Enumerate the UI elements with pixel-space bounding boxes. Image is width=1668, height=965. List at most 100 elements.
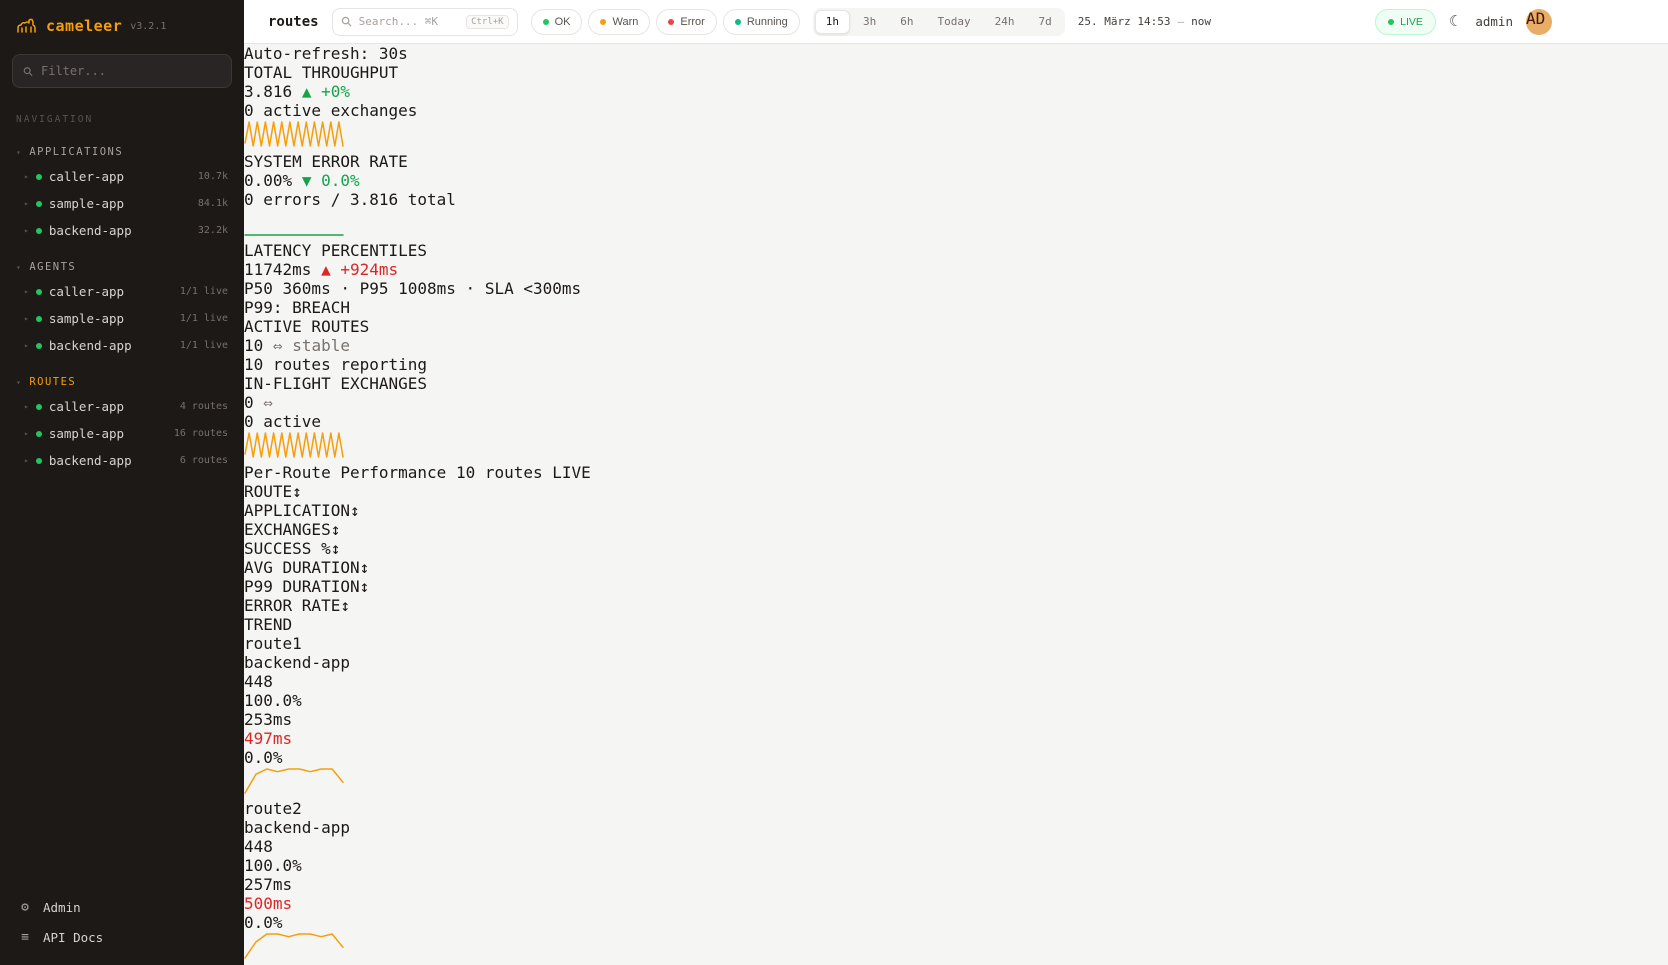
nav-item-label: backend-app xyxy=(49,338,132,353)
time-range-today[interactable]: Today xyxy=(927,10,982,34)
chevron-right-icon: ▸ xyxy=(24,341,29,350)
nav-item-label: backend-app xyxy=(49,223,132,238)
sidebar-item-routes-backend-app[interactable]: ▸ backend-app 6 routes xyxy=(0,447,244,474)
error-rate-value: 0.0% xyxy=(244,748,1668,767)
table-row-route2[interactable]: route2 backend-app 448 100.0% 257ms 500m… xyxy=(244,799,1668,964)
stat-delta: ⇔ stable xyxy=(273,336,350,355)
chevron-down-icon: ▾ xyxy=(16,148,22,157)
column-header-exchanges[interactable]: EXCHANGES↕ xyxy=(244,520,1668,539)
stat-subtext: 0 active xyxy=(244,412,1668,431)
sidebar-filter-box[interactable] xyxy=(12,54,232,88)
column-header-p99-duration[interactable]: P99 DURATION↕ xyxy=(244,577,1668,596)
sidebar-item-app-sample-app[interactable]: ▸ sample-app 84.1k xyxy=(0,190,244,217)
sort-icon: ↕ xyxy=(331,520,341,539)
time-range-7d[interactable]: 7d xyxy=(1028,10,1063,34)
admin-label: Admin xyxy=(43,900,81,915)
column-header-trend: TREND xyxy=(244,615,1668,634)
app-root: cameleer v3.2.1 NAVIGATION ▾ APPLICATION… xyxy=(0,0,1668,965)
column-header-application[interactable]: APPLICATION↕ xyxy=(244,501,1668,520)
column-header-avg-duration[interactable]: AVG DURATION↕ xyxy=(244,558,1668,577)
stat-label: ACTIVE ROUTES xyxy=(244,317,1668,336)
section-header-routes[interactable]: ▾ ROUTES xyxy=(0,371,244,393)
route-name: route2 xyxy=(244,799,1668,818)
content-area: Auto-refresh: 30s TOTAL THROUGHPUT 3.816… xyxy=(244,44,1668,965)
stat-delta: ⇔ xyxy=(263,393,273,412)
nav-item-label: caller-app xyxy=(49,399,124,414)
filter-pill-running[interactable]: Running xyxy=(723,9,800,35)
section-header-agents[interactable]: ▾ AGENTS xyxy=(0,256,244,278)
stat-label: SYSTEM ERROR RATE xyxy=(244,152,1668,171)
stat-value: 10 xyxy=(244,336,263,355)
stat-label: LATENCY PERCENTILES xyxy=(244,241,1668,260)
status-dot xyxy=(36,431,42,437)
stat-subtext: 0 active exchanges xyxy=(244,101,1668,120)
column-header-route[interactable]: ROUTE↕ xyxy=(244,482,1668,501)
stat-card-total-throughput: TOTAL THROUGHPUT 3.816 ▲ +0% 0 active ex… xyxy=(244,63,1668,152)
sidebar-item-routes-sample-app[interactable]: ▸ sample-app 16 routes xyxy=(0,420,244,447)
application-name: backend-app xyxy=(244,818,1668,837)
status-dot xyxy=(36,343,42,349)
search-box[interactable]: Ctrl+K xyxy=(332,8,518,36)
date-range-end: now xyxy=(1191,15,1211,28)
nav-item-label: sample-app xyxy=(49,196,124,211)
column-header-error-rate[interactable]: ERROR RATE↕ xyxy=(244,596,1668,615)
nav-item-label: sample-app xyxy=(49,311,124,326)
status-dot xyxy=(36,201,42,207)
delta-up-icon: ▲ xyxy=(321,260,331,279)
main-column: routes Ctrl+K OK Warn Error xyxy=(244,0,1668,965)
time-range-control: 1h 3h 6h Today 24h 7d xyxy=(813,8,1065,36)
sort-icon: ↕ xyxy=(340,596,350,615)
nav-item-label: caller-app xyxy=(49,169,124,184)
sort-icon: ↕ xyxy=(360,577,370,596)
status-dot xyxy=(36,174,42,180)
app-logo[interactable]: cameleer v3.2.1 xyxy=(0,0,244,48)
table-row-route1[interactable]: route1 backend-app 448 100.0% 253ms 497m… xyxy=(244,634,1668,799)
section-header-applications[interactable]: ▾ APPLICATIONS xyxy=(0,141,244,163)
filter-pill-ok[interactable]: OK xyxy=(531,9,583,35)
sidebar-item-app-caller-app[interactable]: ▸ caller-app 10.7k xyxy=(0,163,244,190)
section-label: ROUTES xyxy=(29,376,76,388)
sort-icon: ↕ xyxy=(350,501,360,520)
date-range-start: 25. März 14:53 xyxy=(1078,15,1171,28)
sidebar-section-agents: ▾ AGENTS ▸ caller-app 1/1 live ▸ sample-… xyxy=(0,256,244,359)
chevron-right-icon: ▸ xyxy=(24,402,29,411)
filter-input[interactable] xyxy=(41,64,221,78)
live-status-dot xyxy=(1388,19,1394,25)
nav-item-badge: 1/1 live xyxy=(180,286,228,297)
live-badge: LIVE xyxy=(552,463,591,482)
stat-label: IN-FLIGHT EXCHANGES xyxy=(244,374,1668,393)
column-header-success[interactable]: SUCCESS %↕ xyxy=(244,539,1668,558)
sidebar-section-routes: ▾ ROUTES ▸ caller-app 4 routes ▸ sample-… xyxy=(0,371,244,474)
stable-icon: ⇔ xyxy=(263,393,273,412)
search-input[interactable] xyxy=(359,15,451,28)
filter-pill-error[interactable]: Error xyxy=(656,9,716,35)
time-range-3h[interactable]: 3h xyxy=(852,10,887,34)
date-range-display[interactable]: 25. März 14:53 — now xyxy=(1078,15,1211,28)
sidebar-item-app-backend-app[interactable]: ▸ backend-app 32.2k xyxy=(0,217,244,244)
sidebar-item-agent-caller-app[interactable]: ▸ caller-app 1/1 live xyxy=(0,278,244,305)
time-range-24h[interactable]: 24h xyxy=(984,10,1026,34)
moon-icon[interactable]: ☾ xyxy=(1449,14,1462,29)
time-range-1h[interactable]: 1h xyxy=(815,10,850,34)
chevron-right-icon: ▸ xyxy=(24,429,29,438)
panel-header: Per-Route Performance 10 routes LIVE xyxy=(244,463,1668,482)
time-range-6h[interactable]: 6h xyxy=(889,10,924,34)
filter-pill-label: Warn xyxy=(612,16,638,28)
live-toggle[interactable]: LIVE xyxy=(1375,9,1436,35)
live-label: LIVE xyxy=(1400,16,1423,28)
sidebar-item-admin[interactable]: ⚙ Admin xyxy=(18,900,226,915)
nav-item-badge: 32.2k xyxy=(198,225,228,236)
filter-pill-warn[interactable]: Warn xyxy=(588,9,650,35)
sidebar-item-api-docs[interactable]: ≡ API Docs xyxy=(18,930,226,945)
sidebar-item-routes-caller-app[interactable]: ▸ caller-app 4 routes xyxy=(0,393,244,420)
avatar[interactable]: AD xyxy=(1526,9,1552,35)
stat-value: 11742ms xyxy=(244,260,311,279)
nav-item-label: backend-app xyxy=(49,453,132,468)
chevron-right-icon: ▸ xyxy=(24,456,29,465)
trend-sparkline xyxy=(244,780,344,799)
sidebar-item-agent-backend-app[interactable]: ▸ backend-app 1/1 live xyxy=(0,332,244,359)
stat-subtext-2: P99: BREACH xyxy=(244,298,1668,317)
sidebar-item-agent-sample-app[interactable]: ▸ sample-app 1/1 live xyxy=(0,305,244,332)
stat-delta: ▼ 0.0% xyxy=(302,171,360,190)
sort-icon: ↕ xyxy=(360,558,370,577)
